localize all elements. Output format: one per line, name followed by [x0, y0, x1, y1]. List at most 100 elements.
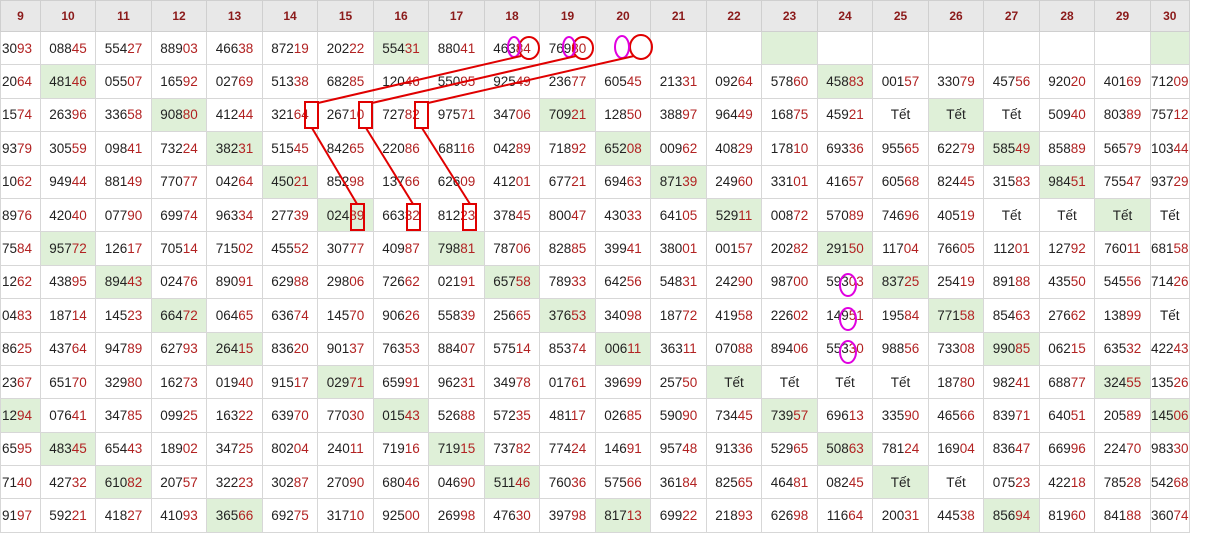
result-cell: 61082 [95, 465, 152, 500]
result-cell: 16273 [151, 364, 207, 400]
result-cell: 69974 [151, 197, 207, 233]
number-head: 12 [2, 274, 18, 290]
number-head: 575 [493, 341, 516, 357]
number-tail: 81 [460, 241, 476, 257]
result-cell: 81960 [1039, 498, 1095, 533]
day-header: 25 [872, 0, 929, 32]
number-tail: 59 [71, 140, 87, 156]
result-cell: 3093 [0, 30, 41, 66]
number-head: 029 [326, 374, 350, 390]
result-cell: 76605 [928, 231, 984, 266]
result-cell: 89406 [761, 331, 818, 366]
result-cell: 04289 [484, 131, 540, 166]
result-cell: 08245 [817, 465, 873, 500]
number-head: 200 [881, 508, 905, 524]
result-cell: 98451 [1039, 164, 1095, 199]
number-head: 347 [104, 407, 128, 423]
result-cell: 11201 [983, 231, 1040, 266]
number-head: 894 [770, 341, 794, 357]
result-cell: 45883 [817, 64, 873, 99]
number-tail: 55 [1126, 374, 1142, 390]
number-head: 126 [104, 241, 128, 257]
result-cell: 2064 [0, 64, 41, 99]
number-head: 20 [2, 74, 18, 90]
number-tail: 02 [238, 241, 254, 257]
result-cell: 69463 [595, 164, 651, 199]
number-head: 422 [1048, 474, 1071, 490]
result-cell: 0483 [0, 298, 41, 333]
number-head: 409 [382, 241, 405, 257]
number-tail: 24 [182, 140, 198, 156]
result-cell: Tết [983, 97, 1040, 133]
number-head: 009 [659, 140, 683, 156]
number-head: 629 [271, 274, 294, 290]
number-head: 975 [437, 107, 461, 123]
result-cell: 98856 [872, 331, 929, 366]
number-head: 787 [493, 241, 516, 257]
number-head: 694 [604, 174, 627, 190]
number-head: 270 [326, 474, 350, 490]
number-tail: 41 [1015, 374, 1031, 390]
number-head: 891 [992, 274, 1016, 290]
result-cell: 16904 [928, 431, 984, 467]
result-cell: 02971 [317, 364, 374, 400]
number-tail: 57 [793, 407, 809, 423]
number-head: 798 [437, 241, 461, 257]
result-cell: 41657 [817, 164, 873, 199]
number-head: 949 [49, 174, 72, 190]
number-head: 880 [437, 40, 461, 56]
table-row: 0483 18714 14523 66472 06465 63674 14570 90626 5… [0, 298, 1190, 333]
number-head: 688 [1048, 374, 1071, 390]
number-head: 340 [604, 307, 627, 323]
result-cell: 92549 [484, 64, 540, 99]
number-head: 627 [160, 341, 183, 357]
number-tail: 29 [737, 140, 753, 156]
number-tail: 64 [293, 107, 309, 123]
result-cell: 40519 [928, 197, 984, 233]
number-tail: 52 [293, 241, 309, 257]
result-cell: 91517 [262, 364, 318, 400]
result-cell: 85889 [1039, 131, 1095, 166]
result-cell: 98700 [761, 264, 818, 300]
number-head: 298 [326, 274, 350, 290]
number-tail: 62 [17, 274, 33, 290]
number-tail: 91 [404, 374, 420, 390]
result-cell: 00962 [650, 131, 707, 166]
number-head: 145 [326, 307, 350, 323]
result-cell: 90880 [151, 97, 207, 133]
result-cell: 83725 [872, 264, 929, 300]
number-head: 127 [1048, 241, 1071, 257]
number-tail: 41 [127, 140, 143, 156]
number-tail: 56 [1015, 74, 1031, 90]
number-tail: 46 [71, 74, 87, 90]
result-cell: 69336 [817, 131, 873, 166]
number-head: 841 [1103, 508, 1127, 524]
number-tail: 83 [1015, 174, 1031, 190]
number-head: 256 [493, 307, 516, 323]
number-tail: 70 [349, 307, 365, 323]
result-cell: 63674 [262, 298, 318, 333]
result-cell: 45552 [262, 231, 318, 266]
result-cell: 78124 [872, 431, 929, 467]
number-tail: 02 [182, 441, 198, 457]
number-tail: 11 [349, 441, 364, 457]
result-cell: 66472 [151, 298, 207, 333]
number-head: 380 [659, 241, 683, 257]
number-head: 046 [437, 474, 461, 490]
number-tail: 45 [626, 74, 642, 90]
number-head: 455 [271, 241, 294, 257]
number-tail: 87 [293, 474, 309, 490]
number-tail: 23 [127, 307, 143, 323]
number-head: 458 [826, 74, 849, 90]
number-tail: 89 [1126, 407, 1142, 423]
result-cell: 74696 [872, 197, 929, 233]
number-head: 187 [49, 307, 72, 323]
number-tail: 69 [238, 74, 254, 90]
number-head: 481 [549, 407, 571, 423]
number-head: 605 [604, 74, 627, 90]
number-head: 65 [2, 441, 18, 457]
result-cell: Tết [983, 197, 1040, 233]
number-tail: 21 [293, 174, 309, 190]
number-head: 360 [1151, 508, 1174, 524]
number-tail: 74 [1173, 508, 1189, 524]
